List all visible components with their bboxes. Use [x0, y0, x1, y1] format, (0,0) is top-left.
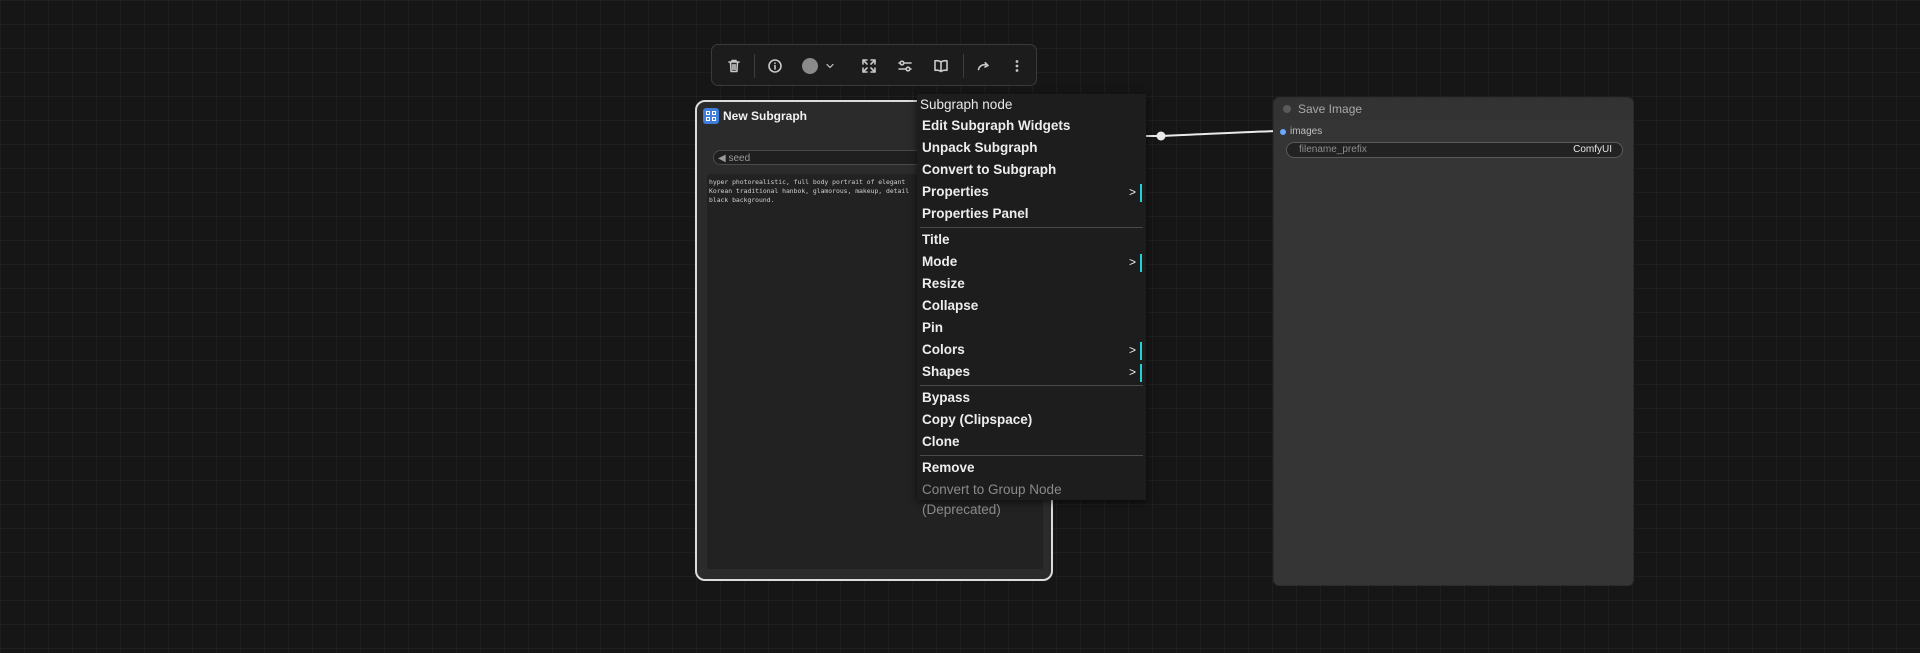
color-picker-button[interactable]: [796, 53, 842, 79]
chevron-down-icon: [826, 63, 834, 69]
selection-toolbar: [711, 44, 1037, 86]
menu-item-convert-to-subgraph[interactable]: Convert to Subgraph: [922, 160, 1142, 180]
node-title: New Subgraph: [723, 109, 808, 123]
adjustments-icon[interactable]: [892, 53, 918, 79]
menu-item-label: Resize: [922, 276, 965, 291]
menu-item-colors[interactable]: Colors >: [922, 340, 1142, 360]
menu-item-title[interactable]: Title: [922, 230, 1142, 250]
menu-item-pin[interactable]: Pin: [922, 318, 1142, 338]
menu-item-bypass[interactable]: Bypass: [922, 388, 1142, 408]
menu-item-label: Shapes: [922, 364, 971, 379]
menu-item-label: Clone: [922, 434, 960, 449]
book-icon[interactable]: [928, 53, 954, 79]
menu-separator: [920, 385, 1143, 386]
menu-item-label: Mode: [922, 254, 958, 269]
menu-item-label: Unpack Subgraph: [922, 140, 1038, 155]
fit-view-icon[interactable]: [856, 53, 882, 79]
submenu-indicator: [1140, 342, 1142, 360]
menu-item-label: Bypass: [922, 390, 971, 405]
menu-item-label: Copy (Clipspace): [922, 412, 1033, 427]
menu-item-convert-to-group-node: Convert to Group Node (Deprecated): [922, 480, 1142, 517]
submenu-indicator: [1140, 364, 1142, 382]
menu-item-label: Edit Subgraph Widgets: [922, 118, 1071, 133]
info-icon[interactable]: [762, 53, 788, 79]
menu-item-label: Convert to Subgraph: [922, 162, 1057, 177]
menu-item-remove[interactable]: Remove: [922, 458, 1142, 478]
node-title: Save Image: [1298, 102, 1363, 116]
menu-separator: [920, 227, 1143, 228]
submenu-indicator: [1140, 184, 1142, 202]
node-header[interactable]: New Subgraph: [703, 108, 807, 124]
submenu-arrow-icon: >: [1128, 365, 1136, 379]
menu-item-label: Properties Panel: [922, 206, 1029, 221]
toolbar-divider: [963, 54, 964, 78]
menu-item-label: Title: [922, 232, 950, 247]
submenu-indicator: [1140, 254, 1142, 272]
menu-item-edit-subgraph-widgets[interactable]: Edit Subgraph Widgets: [922, 116, 1142, 136]
menu-item-clone[interactable]: Clone: [922, 432, 1142, 452]
menu-item-unpack-subgraph[interactable]: Unpack Subgraph: [922, 138, 1142, 158]
menu-item-properties[interactable]: Properties >: [922, 182, 1142, 202]
menu-item-label: Colors: [922, 342, 965, 357]
menu-item-label: Remove: [922, 460, 975, 475]
filename-prefix-widget[interactable]: filename_prefix ComfyUI: [1286, 142, 1623, 158]
save-image-node[interactable]: Save Image images filename_prefix ComfyU…: [1273, 97, 1634, 586]
node-header[interactable]: Save Image: [1274, 98, 1633, 120]
menu-item-label: Collapse: [922, 298, 979, 313]
menu-item-copy-clipspace[interactable]: Copy (Clipspace): [922, 410, 1142, 430]
toolbar-divider: [754, 54, 755, 78]
menu-separator: [920, 455, 1143, 456]
more-vertical-icon[interactable]: [1004, 53, 1030, 79]
submenu-arrow-icon: >: [1128, 255, 1136, 269]
menu-item-label: Properties: [922, 184, 989, 199]
subgraph-icon: [703, 108, 719, 124]
menu-item-resize[interactable]: Resize: [922, 274, 1142, 294]
menu-item-shapes[interactable]: Shapes >: [922, 362, 1142, 382]
context-menu-title: Subgraph node: [920, 97, 1013, 112]
color-swatch-icon: [802, 58, 818, 74]
collapse-dot-icon[interactable]: [1283, 105, 1291, 113]
widget-value: ComfyUI: [1573, 144, 1612, 155]
submenu-arrow-icon: >: [1128, 185, 1136, 199]
menu-item-mode[interactable]: Mode >: [922, 252, 1142, 272]
widget-label: filename_prefix: [1299, 144, 1367, 155]
submenu-arrow-icon: >: [1128, 343, 1136, 357]
menu-item-label: Pin: [922, 320, 944, 335]
menu-item-properties-panel[interactable]: Properties Panel: [922, 204, 1142, 224]
input-slot-icon[interactable]: [1280, 129, 1286, 135]
menu-item-collapse[interactable]: Collapse: [922, 296, 1142, 316]
context-menu: Subgraph node Edit Subgraph Widgets Unpa…: [917, 94, 1146, 517]
redo-icon[interactable]: [971, 53, 997, 79]
delete-icon[interactable]: [721, 53, 747, 79]
input-slot-label: images: [1290, 126, 1323, 137]
